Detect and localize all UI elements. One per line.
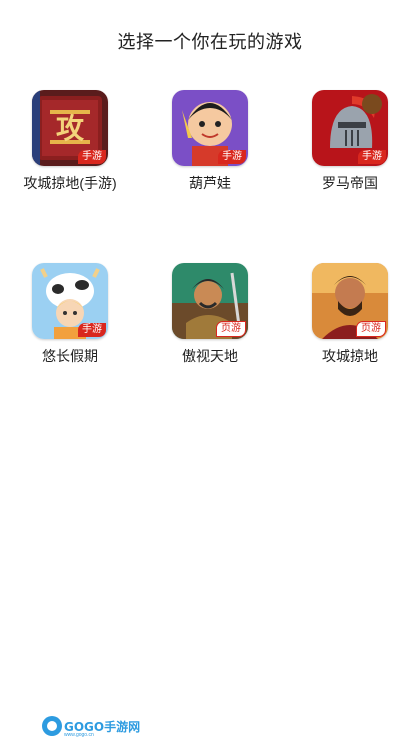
game-icon: 手游	[172, 90, 248, 166]
game-icon: 手游	[32, 263, 108, 339]
game-badge: 页游	[216, 321, 246, 337]
svg-text:攻: 攻	[56, 112, 85, 145]
game-name: 葫芦娃	[189, 175, 231, 191]
game-item-luomadiguo[interactable]: 手游 罗马帝国	[280, 90, 420, 193]
game-name: 攻城掠地	[322, 348, 378, 364]
game-name: 傲视天地	[182, 348, 238, 364]
game-name: 攻城掠地(手游)	[23, 175, 117, 191]
game-badge: 手游	[218, 150, 246, 164]
game-icon: 页游	[312, 263, 388, 339]
logo-subtext: www.gogo.cn	[64, 732, 94, 738]
game-badge: 手游	[78, 150, 106, 164]
game-badge: 手游	[78, 323, 106, 337]
game-icon: 页游	[172, 263, 248, 339]
game-item-aoshitiandi[interactable]: 页游 傲视天地	[140, 263, 280, 366]
game-icon: 攻 手游	[32, 90, 108, 166]
game-badge: 手游	[358, 150, 386, 164]
gogo-logo-icon	[42, 716, 62, 736]
game-item-huluwa[interactable]: 手游 葫芦娃	[140, 90, 280, 193]
page-title: 选择一个你在玩的游戏	[117, 32, 303, 52]
game-grid: 攻 手游 攻城掠地(手游) 手游 葫芦娃 手游 罗马帝国 手游 悠长假期 页游 …	[0, 90, 420, 366]
site-logo: GOGO手游网 www.gogo.cn	[42, 716, 140, 738]
game-name: 悠长假期	[42, 348, 98, 364]
game-badge: 页游	[356, 321, 386, 337]
game-icon: 手游	[312, 90, 388, 166]
game-item-youchangjiaqi[interactable]: 手游 悠长假期	[0, 263, 140, 366]
game-item-gongchenglvedi-mobile[interactable]: 攻 手游 攻城掠地(手游)	[0, 90, 140, 193]
game-item-gongchenglvedi-web[interactable]: 页游 攻城掠地	[280, 263, 420, 366]
game-name: 罗马帝国	[322, 175, 378, 191]
